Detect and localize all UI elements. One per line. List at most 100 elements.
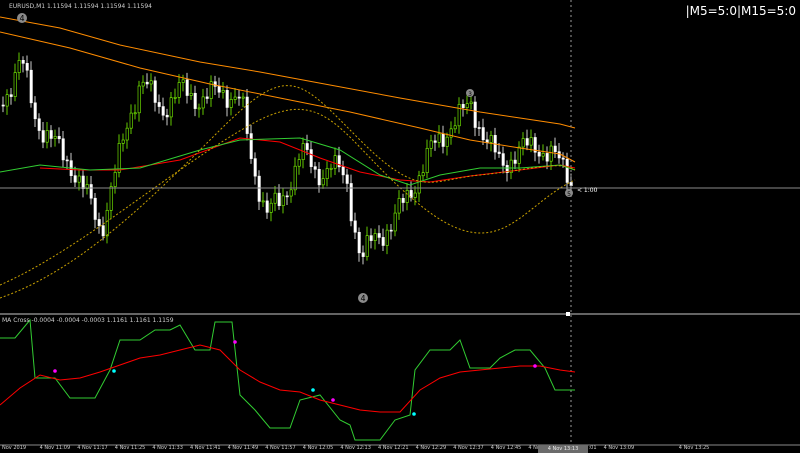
candle-body bbox=[241, 96, 245, 99]
time-tick: 4 Nov 12:45 bbox=[490, 445, 522, 451]
time-tick: 4 Nov 13:25 bbox=[678, 445, 710, 451]
time-tick: 4 Nov 11:17 bbox=[77, 445, 108, 451]
price-chart-canvas[interactable]: 4 3 4 5 bbox=[0, 0, 800, 453]
candle-body bbox=[221, 90, 225, 93]
candle-body bbox=[5, 94, 9, 107]
candle-body bbox=[25, 63, 29, 71]
indicator-header: MA Cross -0.0004 -0.0004 -0.0003 1.1161 … bbox=[2, 317, 174, 324]
candle-body bbox=[305, 143, 309, 150]
mtf-status-label: |M5=5:0|M15=5:0 bbox=[685, 4, 796, 18]
candle-body bbox=[225, 90, 229, 108]
candle-body bbox=[173, 97, 177, 99]
candle-body bbox=[33, 102, 37, 120]
candle-body bbox=[9, 94, 13, 97]
bid-price-marker bbox=[566, 312, 570, 316]
candle-body bbox=[21, 60, 25, 64]
candle-body bbox=[421, 172, 425, 177]
candle-body bbox=[549, 145, 553, 162]
candle-body bbox=[37, 118, 41, 131]
candle-body bbox=[353, 220, 357, 233]
time-cursor-label: 4 Nov 13:13 bbox=[538, 445, 588, 453]
candle-body bbox=[129, 112, 133, 129]
time-tick: 4 Nov 11:57 bbox=[265, 445, 296, 451]
candle-body bbox=[265, 200, 269, 213]
candle-body bbox=[145, 81, 149, 85]
signal-dot-magenta bbox=[53, 369, 57, 373]
svg-text:5: 5 bbox=[567, 191, 571, 198]
candle-body bbox=[321, 178, 325, 186]
candle-body bbox=[553, 145, 557, 152]
candle-body bbox=[141, 81, 145, 87]
time-tick: 4 Nov 12:29 bbox=[415, 445, 447, 451]
candle-body bbox=[97, 219, 101, 226]
candle-body bbox=[345, 174, 349, 184]
candle-body bbox=[457, 104, 461, 127]
candle-body bbox=[429, 140, 433, 149]
time-tick: 4 Nov 13:09 bbox=[603, 445, 635, 451]
candle-body bbox=[205, 96, 209, 99]
candle-body bbox=[89, 184, 93, 199]
candle-body bbox=[333, 155, 337, 169]
candle-body bbox=[53, 136, 57, 139]
candle-body bbox=[153, 80, 157, 103]
candle-body bbox=[269, 202, 273, 213]
candle-body bbox=[413, 192, 417, 198]
candle-body bbox=[557, 151, 561, 159]
wave-marker-3: 3 bbox=[466, 89, 474, 98]
candle-body bbox=[257, 175, 261, 202]
candle-body bbox=[273, 192, 277, 204]
signal-dot-magenta bbox=[331, 398, 335, 402]
candle-body bbox=[277, 192, 281, 206]
candle-body bbox=[41, 130, 45, 143]
bar-countdown: < 1:00 bbox=[577, 187, 598, 194]
svg-text:3: 3 bbox=[468, 91, 472, 98]
candle-body bbox=[177, 82, 181, 98]
candle-body bbox=[529, 137, 533, 146]
candle-body bbox=[465, 103, 469, 108]
indicator-red-line bbox=[0, 344, 576, 413]
candle-body bbox=[365, 235, 369, 257]
candle-body bbox=[185, 79, 189, 96]
time-tick: 4 Nov 11:33 bbox=[152, 445, 183, 451]
candle-body bbox=[81, 175, 85, 189]
candle-body bbox=[541, 153, 545, 157]
time-tick: 4 Nov 11:25 bbox=[114, 445, 146, 451]
candle-body bbox=[501, 153, 505, 166]
time-tick: 4 Nov 11:09 bbox=[39, 445, 71, 451]
symbol-header: EURUSD,M1 1.11594 1.11594 1.11594 1.1159… bbox=[9, 3, 152, 10]
candle-body bbox=[441, 133, 445, 147]
candle-body bbox=[57, 136, 61, 140]
candle-body bbox=[93, 197, 97, 220]
candle-body bbox=[561, 157, 565, 160]
candle-body bbox=[369, 235, 373, 241]
candle-body bbox=[477, 127, 481, 129]
candle-body bbox=[149, 80, 153, 85]
candle-body bbox=[261, 200, 265, 203]
ma-dotted-fast bbox=[0, 85, 576, 299]
candle-body bbox=[381, 237, 385, 246]
candle-body bbox=[161, 106, 165, 116]
time-tick: 4 Nov 11:41 bbox=[190, 445, 221, 451]
time-tick: 4 Nov 12:37 bbox=[453, 445, 484, 451]
candle-body bbox=[49, 130, 53, 139]
time-tick: 4 Nov 12:21 bbox=[378, 445, 409, 451]
candle-body bbox=[293, 165, 297, 191]
candle-body bbox=[109, 186, 113, 211]
candle-body bbox=[313, 166, 317, 170]
candle-body bbox=[137, 85, 141, 114]
time-tick: 4 Nov 12:13 bbox=[340, 445, 371, 451]
candle-body bbox=[377, 233, 381, 238]
candle-body bbox=[525, 138, 529, 146]
candle-body bbox=[389, 229, 393, 232]
candle-body bbox=[253, 158, 257, 177]
signal-dot-cyan bbox=[412, 412, 416, 416]
candle-body bbox=[189, 92, 193, 96]
candle-body bbox=[17, 60, 21, 73]
candle-body bbox=[229, 99, 233, 108]
candle-body bbox=[125, 127, 129, 141]
candle-body bbox=[181, 79, 185, 83]
candle-body bbox=[485, 139, 489, 143]
candle-body bbox=[517, 146, 521, 164]
candle-body bbox=[1, 104, 5, 107]
candle-body bbox=[405, 190, 409, 203]
